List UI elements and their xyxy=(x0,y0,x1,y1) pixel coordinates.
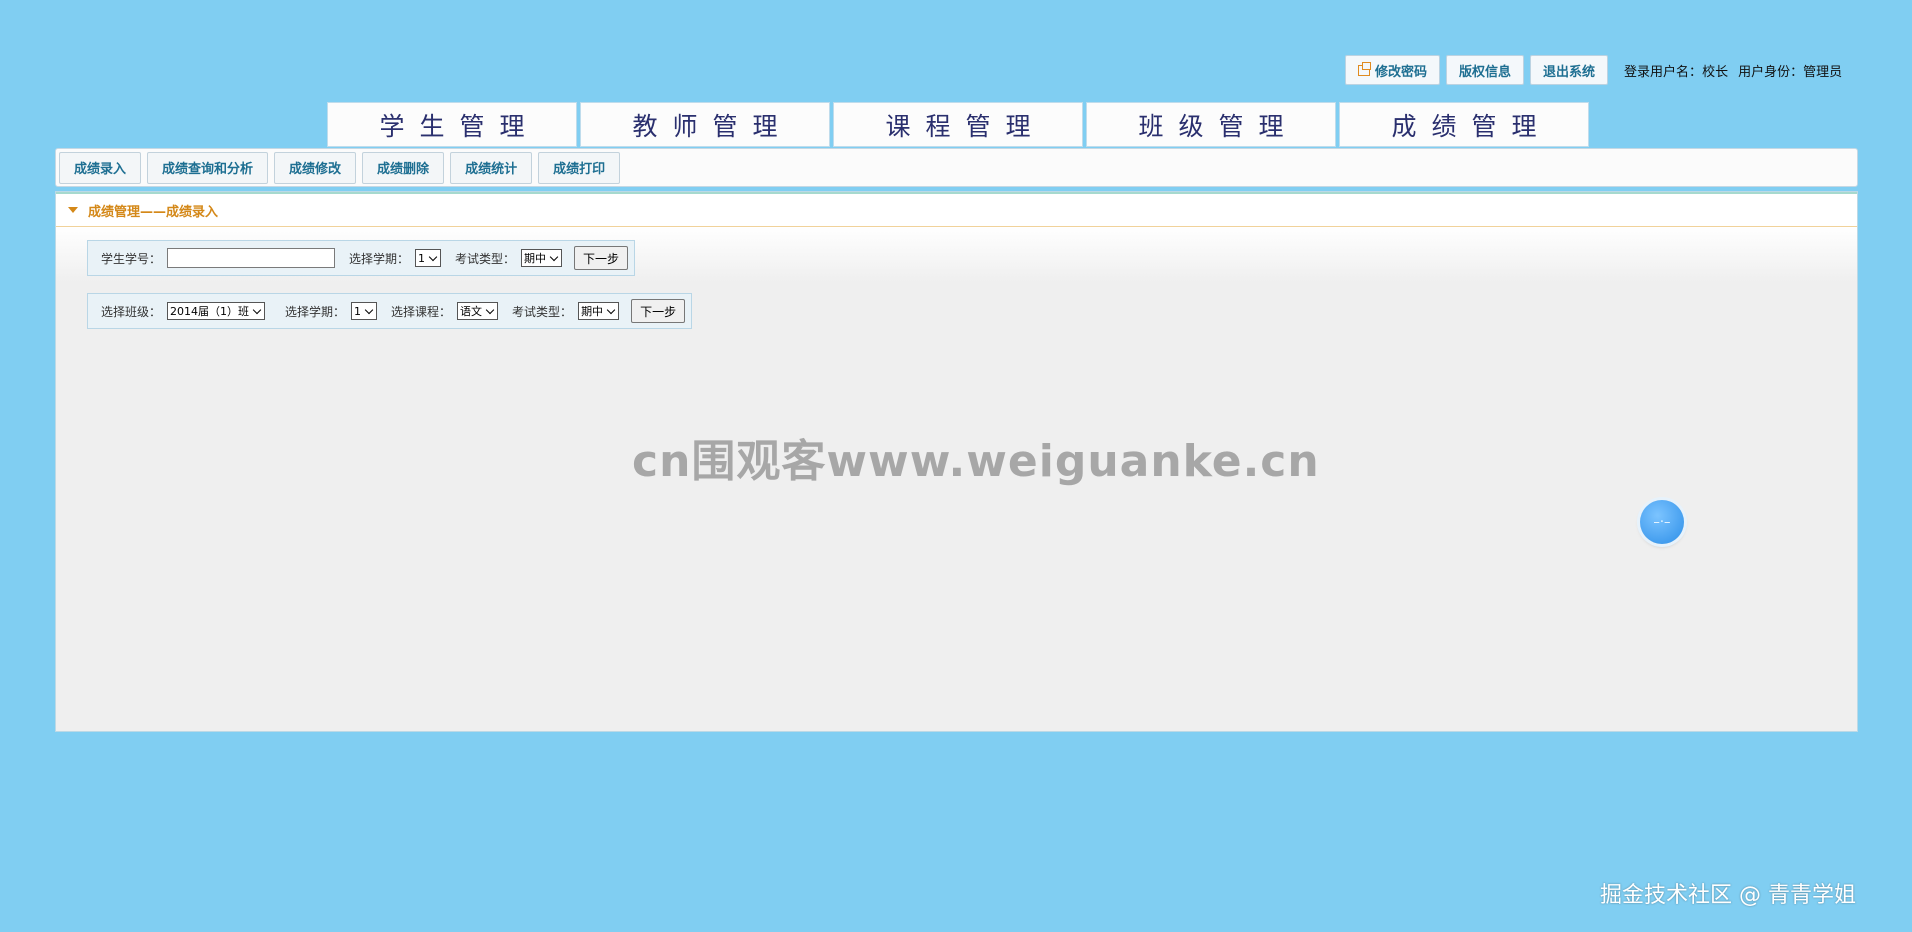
sub-nav: 成绩录入 成绩查询和分析 成绩修改 成绩删除 成绩统计 成绩打印 xyxy=(55,148,1858,187)
exam-type-select[interactable]: 期中 xyxy=(521,249,563,267)
term-select-value: 1 xyxy=(418,251,426,265)
subnav-grade-print[interactable]: 成绩打印 xyxy=(538,151,621,184)
class-label: 选择班级： xyxy=(101,304,162,319)
exam-type-label: 考试类型： xyxy=(455,251,516,266)
subnav-grade-delete[interactable]: 成绩删除 xyxy=(362,151,445,184)
floating-assistant-button[interactable]: –·– xyxy=(1640,500,1684,544)
course-select-value: 语文 xyxy=(460,305,483,318)
term-select[interactable]: 1 xyxy=(351,302,378,320)
course-select[interactable]: 语文 xyxy=(457,302,499,320)
role-label: 用户身份： xyxy=(1738,64,1804,80)
class-select[interactable]: 2014届（1）班 xyxy=(167,302,266,320)
subnav-grade-edit[interactable]: 成绩修改 xyxy=(274,151,357,184)
chevron-down-icon xyxy=(364,305,374,314)
chevron-down-icon xyxy=(485,305,495,314)
chevron-down-icon xyxy=(606,305,616,314)
source-credit: 掘金技术社区 @ 青青学姐 xyxy=(1600,883,1856,908)
next-step-button[interactable]: 下一步 xyxy=(631,299,686,323)
change-password-label: 修改密码 xyxy=(1375,64,1428,80)
student-id-input[interactable] xyxy=(167,248,336,268)
subnav-grade-stats[interactable]: 成绩统计 xyxy=(450,151,533,184)
watermark: cn围观客www.weiguanke.cn xyxy=(632,436,1320,487)
chevron-down-icon xyxy=(549,252,559,261)
logout-button[interactable]: 退出系统 xyxy=(1530,55,1609,85)
term-select-value: 1 xyxy=(354,304,362,318)
tab-student-management[interactable]: 学生管理 xyxy=(327,102,577,147)
exam-type-select-value: 期中 xyxy=(581,305,604,318)
class-select-value: 2014届（1）班 xyxy=(170,305,250,318)
exam-type-select[interactable]: 期中 xyxy=(578,302,620,320)
user-label: 登录用户名： xyxy=(1624,64,1703,80)
caret-down-icon xyxy=(68,207,78,213)
entry-by-student-form: 学生学号： 选择学期： 1 考试类型： 期中 下一步 xyxy=(87,240,636,276)
change-password-button[interactable]: 修改密码 xyxy=(1345,55,1441,85)
top-utility-bar: 修改密码 版权信息 退出系统 登录用户名：校长 用户身份：管理员 xyxy=(1345,55,1842,85)
term-label: 选择学期： xyxy=(285,304,346,319)
user-info: 登录用户名：校长 用户身份：管理员 xyxy=(1624,61,1842,80)
chevron-down-icon xyxy=(252,305,262,314)
dash-dot-icon: –·– xyxy=(1653,514,1671,530)
exam-type-label: 考试类型： xyxy=(512,304,573,319)
panel-title: 成绩管理——成绩录入 xyxy=(88,204,219,220)
entry-by-class-form: 选择班级： 2014届（1）班 选择学期： 1 选择课程： 语文 考试类型： 期… xyxy=(87,293,693,329)
subnav-grade-query[interactable]: 成绩查询和分析 xyxy=(147,151,269,184)
chevron-down-icon xyxy=(428,252,438,261)
subnav-grade-entry[interactable]: 成绩录入 xyxy=(59,151,142,184)
tab-course-management[interactable]: 课程管理 xyxy=(833,102,1083,147)
exam-type-select-value: 期中 xyxy=(524,252,547,265)
panel-header[interactable]: 成绩管理——成绩录入 xyxy=(56,192,1857,227)
role-value: 管理员 xyxy=(1803,64,1843,80)
copyright-info-button[interactable]: 版权信息 xyxy=(1446,55,1525,85)
main-nav: 学生管理 教师管理 课程管理 班级管理 成绩管理 xyxy=(327,102,1589,147)
student-id-label: 学生学号： xyxy=(101,251,162,266)
user-name: 校长 xyxy=(1702,64,1729,80)
tab-teacher-management[interactable]: 教师管理 xyxy=(580,102,830,147)
tab-grade-management[interactable]: 成绩管理 xyxy=(1339,102,1589,147)
tab-class-management[interactable]: 班级管理 xyxy=(1086,102,1336,147)
term-label: 选择学期： xyxy=(349,251,410,266)
copy-icon xyxy=(1358,61,1371,76)
course-label: 选择课程： xyxy=(391,304,452,319)
term-select[interactable]: 1 xyxy=(415,249,442,267)
next-step-button[interactable]: 下一步 xyxy=(574,246,629,270)
